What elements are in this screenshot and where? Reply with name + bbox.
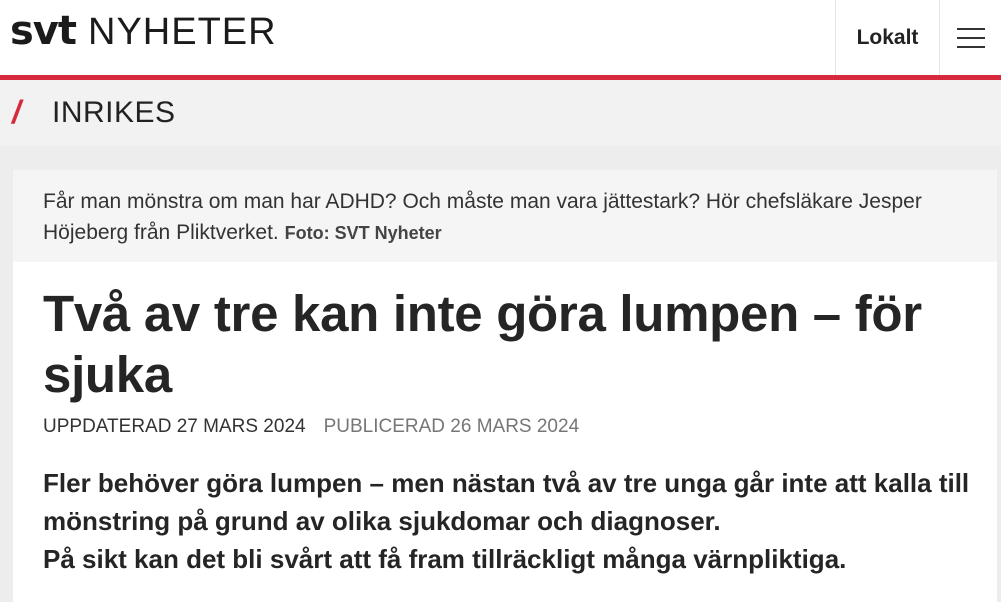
logo-svt: svt xyxy=(10,8,77,54)
menu-line xyxy=(956,27,985,30)
menu-line xyxy=(956,45,985,48)
lead-paragraph-2: På sikt kan det bli svårt att få fram ti… xyxy=(43,544,847,574)
article-card: Får man mönstra om man har ADHD? Och mås… xyxy=(13,170,997,602)
menu-line xyxy=(956,36,985,39)
caption-text: Får man mönstra om man har ADHD? Och mås… xyxy=(43,190,922,244)
published-date: PUBLICERAD 26 MARS 2024 xyxy=(323,416,580,437)
hamburger-menu-icon[interactable] xyxy=(939,0,1001,75)
site-header: svt NYHETER Lokalt xyxy=(0,0,1001,75)
section-label[interactable]: INRIKES xyxy=(52,96,176,130)
logo-nyheter: NYHETER xyxy=(88,11,277,53)
article-lead: Fler behöver göra lumpen – men nästan tv… xyxy=(43,464,983,578)
svt-nyheter-logo[interactable]: svt NYHETER xyxy=(10,8,277,54)
article-dates: UPPDATERAD 27 MARS 2024 PUBLICERAD 26 MA… xyxy=(43,416,579,438)
section-slash: / xyxy=(12,94,21,130)
article-headline: Två av tre kan inte göra lumpen – för sj… xyxy=(43,285,922,403)
lead-paragraph-1: Fler behöver göra lumpen – men nästan tv… xyxy=(43,468,970,536)
photo-credit: Foto: SVT Nyheter xyxy=(284,223,442,243)
updated-date: UPPDATERAD 27 MARS 2024 xyxy=(43,416,306,437)
image-caption: Får man mönstra om man har ADHD? Och mås… xyxy=(13,170,997,262)
section-bar: / INRIKES xyxy=(0,80,1001,146)
lokalt-button[interactable]: Lokalt xyxy=(835,0,939,75)
